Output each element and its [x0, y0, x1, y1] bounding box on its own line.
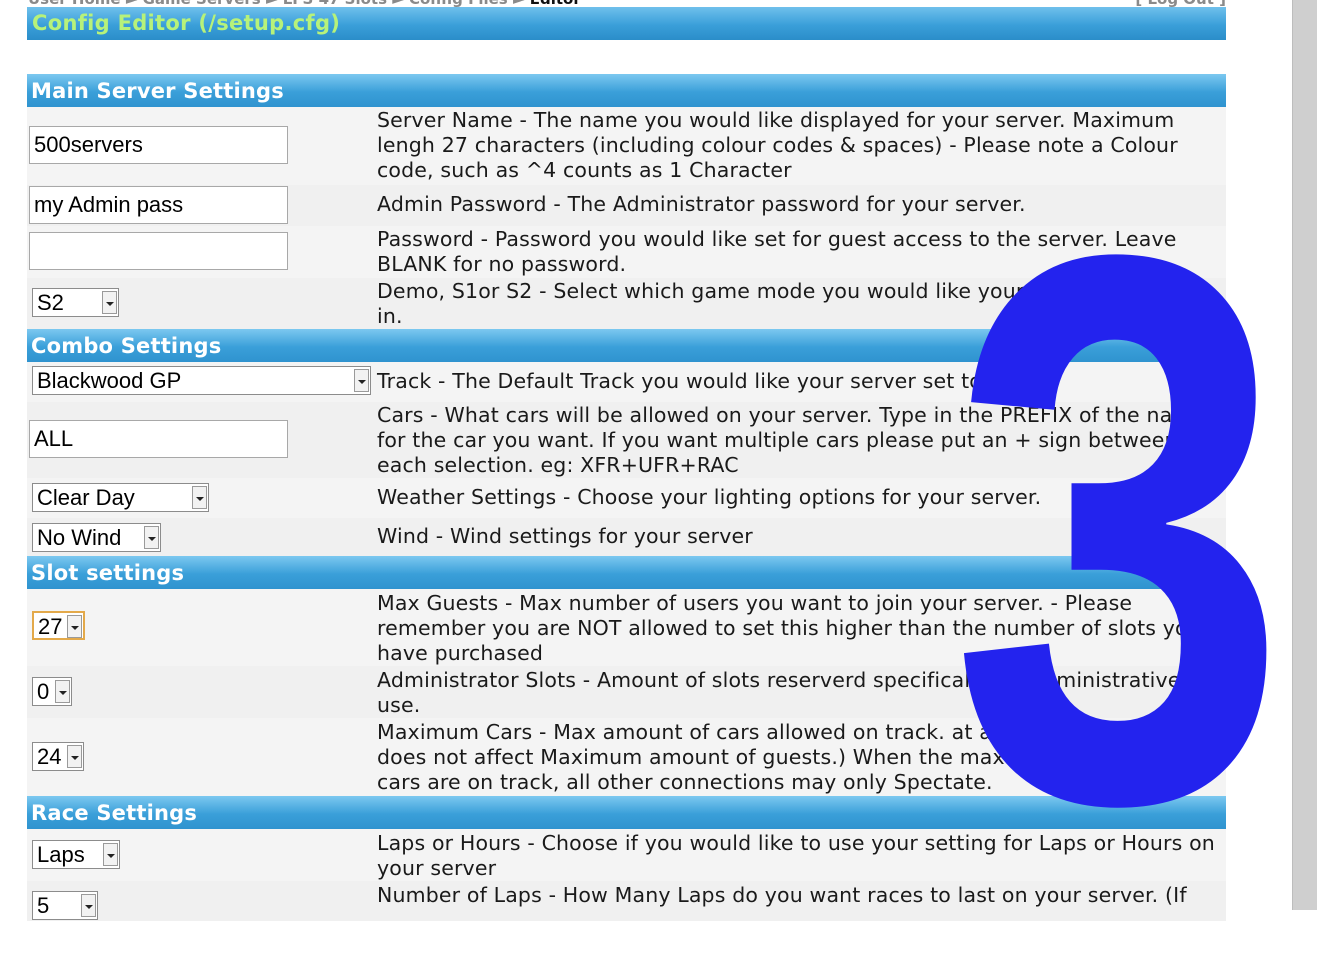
- section-header-slots: Slot settings: [27, 556, 1226, 589]
- section-title-main: Main Server Settings: [31, 79, 284, 103]
- setting-row-max-cars: 24 Maximum Cars - Max amount of cars all…: [27, 718, 1226, 796]
- num-laps-select-value: 5: [37, 893, 50, 918]
- password-input[interactable]: [29, 232, 288, 270]
- setting-row-admin-slots: 0 Administrator Slots - Amount of slots …: [27, 666, 1226, 718]
- setting-row-track: Blackwood GP Track - The Default Track y…: [27, 362, 1226, 402]
- chevron-down-icon[interactable]: [81, 894, 96, 917]
- max-guests-description: Max Guests - Max number of users you wan…: [377, 591, 1201, 665]
- track-description: Track - The Default Track you would like…: [377, 369, 989, 393]
- setting-row-num-laps: 5 Number of Laps - How Many Laps do you …: [27, 881, 1226, 921]
- laps-or-hours-select[interactable]: Laps: [32, 840, 120, 869]
- track-select[interactable]: Blackwood GP: [32, 366, 371, 395]
- page-title-bar: Config Editor (/setup.cfg): [27, 7, 1226, 40]
- section-header-main: Main Server Settings: [27, 74, 1226, 107]
- admin-password-input[interactable]: my Admin pass: [29, 186, 288, 224]
- setting-row-admin-password: my Admin pass Admin Password - The Admin…: [27, 185, 1226, 226]
- mode-select-value: S2: [37, 290, 64, 315]
- admin-slots-select-value: 0: [37, 679, 50, 704]
- max-cars-select-value: 24: [37, 744, 62, 769]
- chevron-down-icon[interactable]: [354, 369, 369, 392]
- setting-row-password: Password - Password you would like set f…: [27, 226, 1226, 278]
- wind-select-value: No Wind: [37, 525, 122, 550]
- setting-row-max-guests: 27 Max Guests - Max number of users you …: [27, 589, 1226, 666]
- chevron-down-icon[interactable]: [67, 615, 82, 638]
- max-guests-select-value: 27: [38, 614, 63, 639]
- section-title-race: Race Settings: [31, 801, 198, 825]
- track-select-value: Blackwood GP: [37, 368, 182, 393]
- max-cars-select[interactable]: 24: [32, 742, 84, 771]
- chevron-down-icon[interactable]: [67, 745, 82, 768]
- chevron-down-icon[interactable]: [55, 680, 70, 703]
- section-header-race: Race Settings: [27, 796, 1226, 829]
- chevron-down-icon[interactable]: [192, 486, 207, 509]
- num-laps-description: Number of Laps - How Many Laps do you wa…: [377, 883, 1187, 907]
- server-name-input[interactable]: 500servers: [29, 126, 288, 164]
- num-laps-select[interactable]: 5: [32, 891, 98, 920]
- setting-row-cars: ALL Cars - What cars will be allowed on …: [27, 402, 1226, 478]
- setting-row-wind: No Wind Wind - Wind settings for your se…: [27, 518, 1226, 556]
- cars-description: Cars - What cars will be allowed on your…: [377, 403, 1206, 477]
- admin-slots-description: Administrator Slots - Amount of slots re…: [377, 668, 1181, 717]
- mode-select[interactable]: S2: [32, 288, 119, 317]
- max-cars-description: Maximum Cars - Max amount of cars allowe…: [377, 720, 1178, 794]
- cars-input[interactable]: ALL: [29, 420, 288, 458]
- admin-slots-select[interactable]: 0: [32, 677, 72, 706]
- mode-description: Demo, S1or S2 - Select which game mode y…: [377, 279, 1204, 328]
- weather-select-value: Clear Day: [37, 485, 135, 510]
- weather-select[interactable]: Clear Day: [32, 483, 209, 512]
- section-title-slots: Slot settings: [31, 561, 185, 585]
- admin-password-description: Admin Password - The Administrator passw…: [377, 192, 1026, 216]
- server-name-description: Server Name - The name you would like di…: [377, 108, 1178, 182]
- laps-or-hours-description: Laps or Hours - Choose if you would like…: [377, 831, 1215, 880]
- setting-row-weather: Clear Day Weather Settings - Choose your…: [27, 478, 1226, 518]
- weather-description: Weather Settings - Choose your lighting …: [377, 485, 1042, 509]
- laps-or-hours-select-value: Laps: [37, 842, 85, 867]
- setting-row-mode: S2 Demo, S1or S2 - Select which game mod…: [27, 278, 1226, 329]
- wind-select[interactable]: No Wind: [32, 523, 161, 552]
- chevron-down-icon[interactable]: [103, 843, 118, 866]
- setting-row-server-name: 500servers Server Name - The name you wo…: [27, 107, 1226, 185]
- chevron-down-icon[interactable]: [144, 526, 159, 549]
- setting-row-laps-or-hours: Laps Laps or Hours - Choose if you would…: [27, 829, 1226, 881]
- chevron-down-icon[interactable]: [102, 291, 117, 314]
- max-guests-select[interactable]: 27: [32, 611, 85, 640]
- password-description: Password - Password you would like set f…: [377, 227, 1177, 276]
- page-title: Config Editor (/setup.cfg): [32, 11, 341, 35]
- breadcrumb: User Home ► Game Servers ► LFS 47 Slots …: [28, 0, 1226, 8]
- settings-form: Main Server Settings 500servers Server N…: [27, 74, 1226, 921]
- section-title-combo: Combo Settings: [31, 334, 222, 358]
- wind-description: Wind - Wind settings for your server: [377, 524, 753, 548]
- page-scrollbar[interactable]: [1292, 0, 1317, 910]
- section-header-combo: Combo Settings: [27, 329, 1226, 362]
